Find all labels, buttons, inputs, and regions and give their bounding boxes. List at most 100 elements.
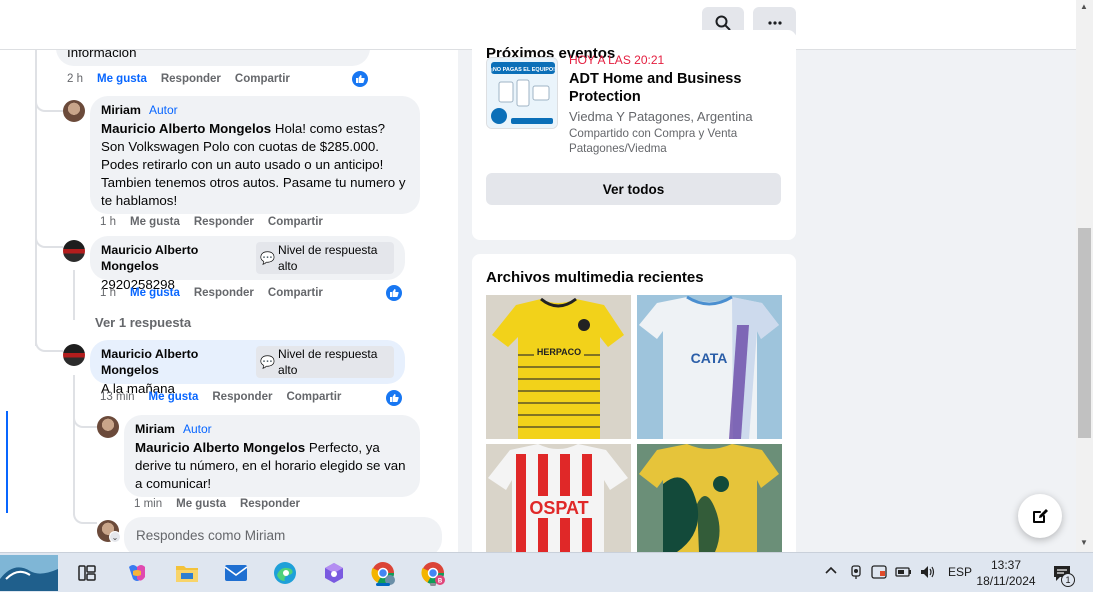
comments-panel: Información 2 h Me gusta Responder Compa… xyxy=(0,50,458,552)
chat-bubble-icon: 💬 xyxy=(260,251,276,265)
upcoming-events-card: Próximos eventos ¡NO PAGAS EL EQUIPO! HO… xyxy=(472,30,796,240)
comment-author[interactable]: Mauricio Alberto Mongelos xyxy=(101,346,248,378)
browser-profile-badge: B xyxy=(438,579,443,585)
scroll-down-icon[interactable]: ▼ xyxy=(1080,538,1088,547)
avatar[interactable] xyxy=(97,416,119,438)
comment-actions: 13 min Me gusta Responder Compartir xyxy=(100,391,341,403)
event-shared-with: Compartido con Compra y Venta Patagones/… xyxy=(569,127,738,155)
author-badge: Autor xyxy=(182,422,212,436)
taskbar: B ESP 13:37 18/11/2024 1 xyxy=(0,552,1093,592)
like-button[interactable]: Me gusta xyxy=(176,498,226,510)
like-reaction-icon[interactable] xyxy=(386,285,402,301)
scroll-up-icon[interactable]: ▲ xyxy=(1080,2,1088,11)
comment-actions: 1 h Me gusta Responder Compartir xyxy=(100,216,323,228)
comment-bubble: Miriam Autor Mauricio Alberto Mongelos H… xyxy=(90,96,420,214)
more-horizontal-icon xyxy=(767,21,782,25)
new-message-button[interactable] xyxy=(1018,494,1062,538)
volume-icon[interactable] xyxy=(919,564,937,583)
reply-button[interactable]: Responder xyxy=(212,391,272,403)
badge-label: Nivel de respuesta alto xyxy=(278,243,378,273)
card-title: Archivos multimedia recientes xyxy=(486,269,704,286)
weather-widget-icon[interactable] xyxy=(0,555,58,591)
chrome-profile-icon[interactable] xyxy=(368,558,398,588)
response-badge: 💬 Nivel de respuesta alto xyxy=(256,242,394,274)
like-button[interactable]: Me gusta xyxy=(97,73,147,85)
media-photo-yellow-jersey[interactable]: HERPACO xyxy=(486,295,631,439)
like-reaction-icon[interactable] xyxy=(352,71,368,87)
compose-icon xyxy=(1033,509,1048,523)
comment-bubble: Información xyxy=(56,50,370,66)
reply-button[interactable]: Responder xyxy=(194,287,254,299)
app-icon[interactable] xyxy=(319,558,349,588)
comment-author[interactable]: Mauricio Alberto Mongelos xyxy=(101,242,248,274)
reply-input[interactable]: Respondes como Miriam xyxy=(124,517,442,552)
file-explorer-icon[interactable] xyxy=(172,558,202,588)
share-button[interactable]: Compartir xyxy=(268,287,323,299)
task-view-icon[interactable] xyxy=(72,558,102,588)
comment-time[interactable]: 13 min xyxy=(100,391,135,403)
event-time: HOY A LAS 20:21 xyxy=(569,53,665,67)
comment-author[interactable]: Miriam xyxy=(101,102,141,118)
search-icon xyxy=(715,15,731,31)
security-icon[interactable] xyxy=(871,564,887,583)
thread-connector xyxy=(73,502,97,524)
share-button[interactable]: Compartir xyxy=(286,391,341,403)
mention-link[interactable]: Mauricio Alberto Mongelos xyxy=(101,121,271,136)
thread-line xyxy=(73,270,75,320)
avatar[interactable] xyxy=(63,240,85,262)
jersey-sponsor-text: CATA xyxy=(691,350,728,366)
comment-text: Mauricio Alberto Mongelos Hola! como est… xyxy=(101,120,409,210)
comment-actions: 2 h Me gusta Responder Compartir xyxy=(67,73,290,85)
avatar[interactable] xyxy=(63,100,85,122)
like-button[interactable]: Me gusta xyxy=(130,216,180,228)
media-photo-red-white-jersey[interactable]: OSPAT xyxy=(486,444,631,552)
comment-time[interactable]: 1 h xyxy=(100,287,116,299)
comment-actions: 1 h Me gusta Responder Compartir xyxy=(100,287,323,299)
share-button[interactable]: Compartir xyxy=(235,73,290,85)
battery-icon[interactable] xyxy=(895,564,913,583)
page-scrollbar[interactable]: ▲ ▼ xyxy=(1076,0,1093,552)
reply-button[interactable]: Responder xyxy=(161,73,221,85)
like-button[interactable]: Me gusta xyxy=(130,287,180,299)
see-all-events-button[interactable]: Ver todos xyxy=(486,173,781,205)
chevron-down-icon[interactable]: ⌄ xyxy=(109,531,121,543)
comment-time[interactable]: 2 h xyxy=(67,73,83,85)
active-thread-indicator xyxy=(6,411,8,513)
comment-text: Información xyxy=(67,50,137,60)
like-button[interactable]: Me gusta xyxy=(149,391,199,403)
copilot-icon[interactable] xyxy=(122,558,152,588)
comment-time[interactable]: 1 h xyxy=(100,216,116,228)
recent-media-card: Archivos multimedia recientes HERPACO CA… xyxy=(472,254,796,552)
comment-bubble: Mauricio Alberto Mongelos 💬 Nivel de resp… xyxy=(90,236,405,292)
mention-link[interactable]: Mauricio Alberto Mongelos xyxy=(135,440,305,455)
clock-date: 18/11/2024 xyxy=(976,574,1036,588)
media-photo-yellow-green-jersey[interactable] xyxy=(637,444,782,552)
view-replies-link[interactable]: Ver 1 respuesta xyxy=(95,315,191,330)
chevron-up-icon[interactable] xyxy=(824,564,838,578)
language-indicator[interactable]: ESP xyxy=(948,565,972,579)
scrollbar-thumb[interactable] xyxy=(1078,228,1091,438)
edge-browser-icon[interactable] xyxy=(270,558,300,588)
reply-button[interactable]: Responder xyxy=(194,216,254,228)
system-clock[interactable]: 13:37 18/11/2024 xyxy=(974,557,1038,589)
avatar[interactable] xyxy=(63,344,85,366)
response-badge: 💬 Nivel de respuesta alto xyxy=(256,346,394,378)
share-button[interactable]: Compartir xyxy=(268,216,323,228)
active-app-indicator xyxy=(376,583,390,586)
meet-now-icon[interactable] xyxy=(848,564,864,583)
comment-bubble: Miriam Autor Mauricio Alberto Mongelos P… xyxy=(124,415,420,497)
media-photo-white-blue-jersey[interactable]: CATA xyxy=(637,295,782,439)
jersey-sponsor-text: HERPACO xyxy=(537,347,581,357)
event-title[interactable]: ADT Home and Business Protection xyxy=(569,70,764,106)
open-app-indicator xyxy=(430,583,436,586)
comment-time[interactable]: 1 min xyxy=(134,498,162,510)
like-reaction-icon[interactable] xyxy=(386,390,402,406)
comment-bubble: Mauricio Alberto Mongelos 💬 Nivel de resp… xyxy=(90,340,405,396)
reply-button[interactable]: Responder xyxy=(240,498,300,510)
chrome-icon[interactable]: B xyxy=(418,558,448,588)
comment-author[interactable]: Miriam xyxy=(135,421,175,437)
event-image: ¡NO PAGAS EL EQUIPO! xyxy=(487,58,557,128)
event-thumbnail[interactable]: ¡NO PAGAS EL EQUIPO! xyxy=(486,57,558,129)
mail-icon[interactable] xyxy=(221,558,251,588)
thread-connector xyxy=(35,220,63,248)
